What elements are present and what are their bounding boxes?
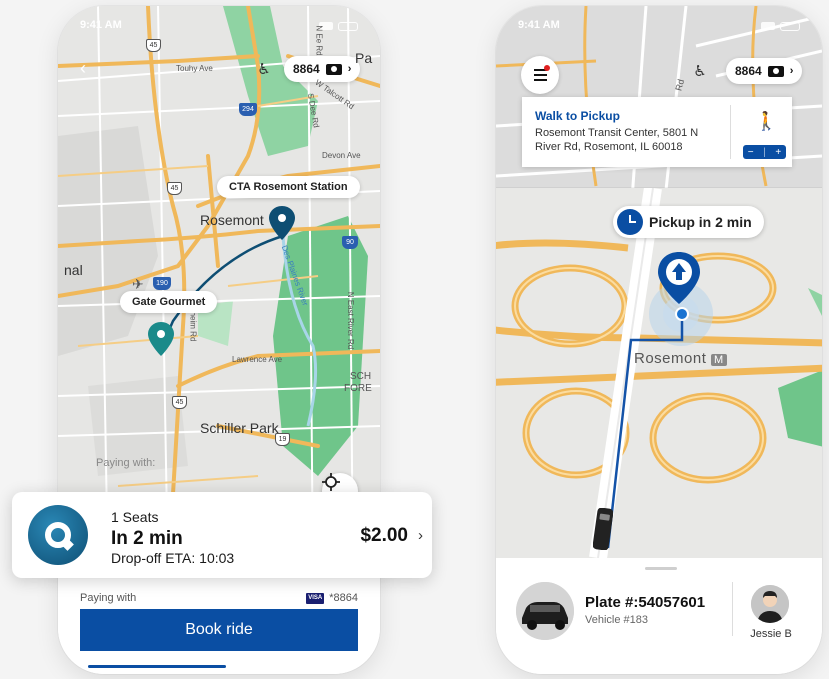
city-label: Rosemont (200, 212, 264, 228)
chevron-right-icon: › (789, 65, 794, 77)
rosemont-label: Rosemont M (634, 350, 727, 367)
ride-option-card[interactable]: 1 Seats In 2 min Drop-off ETA: 10:03 $2.… (12, 492, 432, 578)
paying-with-faded: Paying with: (96, 457, 156, 469)
car-icon (516, 582, 574, 640)
vehicle-chip[interactable]: 8864 › (726, 58, 803, 84)
ride-price: $2.00 (360, 525, 408, 546)
divider (730, 105, 731, 159)
street-label: Touhy Ave (176, 64, 213, 73)
divider (732, 582, 733, 636)
map-tracking[interactable]: Rosemont M 9:41 AM Rd ♿ 8864 › Walk to P… (496, 6, 822, 558)
battery-icon (338, 21, 358, 31)
origin-label[interactable]: Gate Gourmet (120, 291, 218, 313)
notification-dot (544, 65, 550, 71)
battery-icon (780, 21, 800, 31)
card-last4: *8864 (329, 592, 358, 604)
highway-shield: 294 (239, 103, 257, 116)
crosshair-icon (322, 473, 340, 491)
metro-icon: M (711, 354, 727, 366)
booking-sheet: Paying with VISA *8864 Book ride (58, 578, 380, 674)
zoom-in-button[interactable]: + (775, 147, 781, 158)
vehicle-chip-number: 8864 (293, 62, 320, 76)
park-label: Schiller Park (200, 420, 279, 436)
street-label: N East River Rd (346, 291, 356, 350)
back-arrow-icon[interactable]: ‹ (80, 58, 86, 79)
chevron-right-icon[interactable]: › (418, 527, 423, 544)
home-indicator (88, 665, 226, 668)
destination-pin-icon[interactable] (269, 206, 295, 240)
highway-shield: 45 (167, 182, 182, 195)
sheet-grabber[interactable] (645, 567, 677, 570)
pickup-eta-text: Pickup in 2 min (649, 214, 752, 230)
dropoff-eta: Drop-off ETA: 10:03 (111, 550, 235, 566)
map-label-partial: nal (64, 262, 83, 278)
map-label-partial: FORE (344, 383, 372, 394)
vehicle-number: Vehicle #183 (585, 614, 648, 626)
highway-shield: 45 (172, 396, 187, 409)
wheelchair-icon[interactable]: ♿ (687, 58, 713, 84)
ride-seats: 1 Seats (111, 509, 159, 525)
driver-avatar[interactable] (751, 585, 789, 623)
clock-icon (617, 209, 643, 235)
zoom-control[interactable]: − | + (743, 145, 786, 159)
origin-pin-icon[interactable] (148, 322, 174, 356)
vehicle-photo (516, 582, 574, 640)
menu-button[interactable] (521, 56, 559, 94)
highway-shield: 190 (153, 277, 171, 290)
map-detail-canvas (496, 188, 822, 558)
highway-shield: 90 (342, 236, 358, 249)
driver-name: Jessie B (750, 628, 792, 640)
station-label[interactable]: CTA Rosemont Station (217, 176, 360, 198)
street-label: heim Rd (188, 311, 198, 342)
map-zoom-panel: Rosemont M (496, 188, 822, 558)
payment-row[interactable]: Paying with VISA *8864 (80, 592, 358, 604)
signal-icon (761, 22, 775, 30)
book-ride-button[interactable]: Book ride (80, 609, 358, 651)
pickup-pin-icon[interactable] (657, 252, 701, 304)
highway-shield: 45 (146, 39, 161, 52)
app-screenshot-stage: 9:41 AM ‹ ♿ 8864 › 45 294 45 90 190 45 1… (0, 0, 829, 679)
street-label: Lawrence Ave (232, 355, 283, 364)
map-label-partial: Pa (355, 50, 373, 66)
phone-tracking: Rosemont M 9:41 AM Rd ♿ 8864 › Walk to P… (496, 6, 822, 674)
status-bar: 9:41 AM (518, 19, 800, 33)
vehicle-chip[interactable]: 8864 › (284, 56, 361, 82)
map-label-partial: SCH (350, 371, 372, 382)
status-time: 9:41 AM (518, 19, 560, 31)
street-label: N Ee Rd (314, 25, 324, 56)
vehicle-icon (593, 508, 613, 550)
zoom-out-button[interactable]: − (748, 147, 754, 158)
person-icon (751, 585, 789, 623)
camera-icon (767, 65, 784, 77)
vehicle-chip-number: 8864 (735, 64, 762, 78)
pickup-address: Rosemont Transit Center, 5801 N River Rd… (535, 127, 699, 153)
chevron-right-icon: › (347, 63, 352, 75)
walk-title: Walk to Pickup (535, 109, 620, 123)
transit-logo-icon (28, 505, 88, 565)
walking-person-icon: 🚶 (755, 111, 778, 131)
pickup-eta-pill: Pickup in 2 min (613, 206, 764, 238)
wheelchair-icon[interactable]: ♿ (251, 56, 277, 82)
ride-eta-headline: In 2 min (111, 528, 183, 549)
plate-number: Plate #:54057601 (585, 594, 706, 611)
trip-sheet: Plate #:54057601 Vehicle #183 Jessie B (496, 558, 822, 674)
walk-to-pickup-card[interactable]: Walk to Pickup Rosemont Transit Center, … (522, 97, 792, 167)
status-time: 9:41 AM (80, 19, 122, 31)
street-label: Devon Ave (322, 151, 361, 160)
visa-card-icon: VISA (306, 592, 325, 604)
camera-icon (325, 63, 342, 75)
payment-label: Paying with (80, 592, 137, 604)
